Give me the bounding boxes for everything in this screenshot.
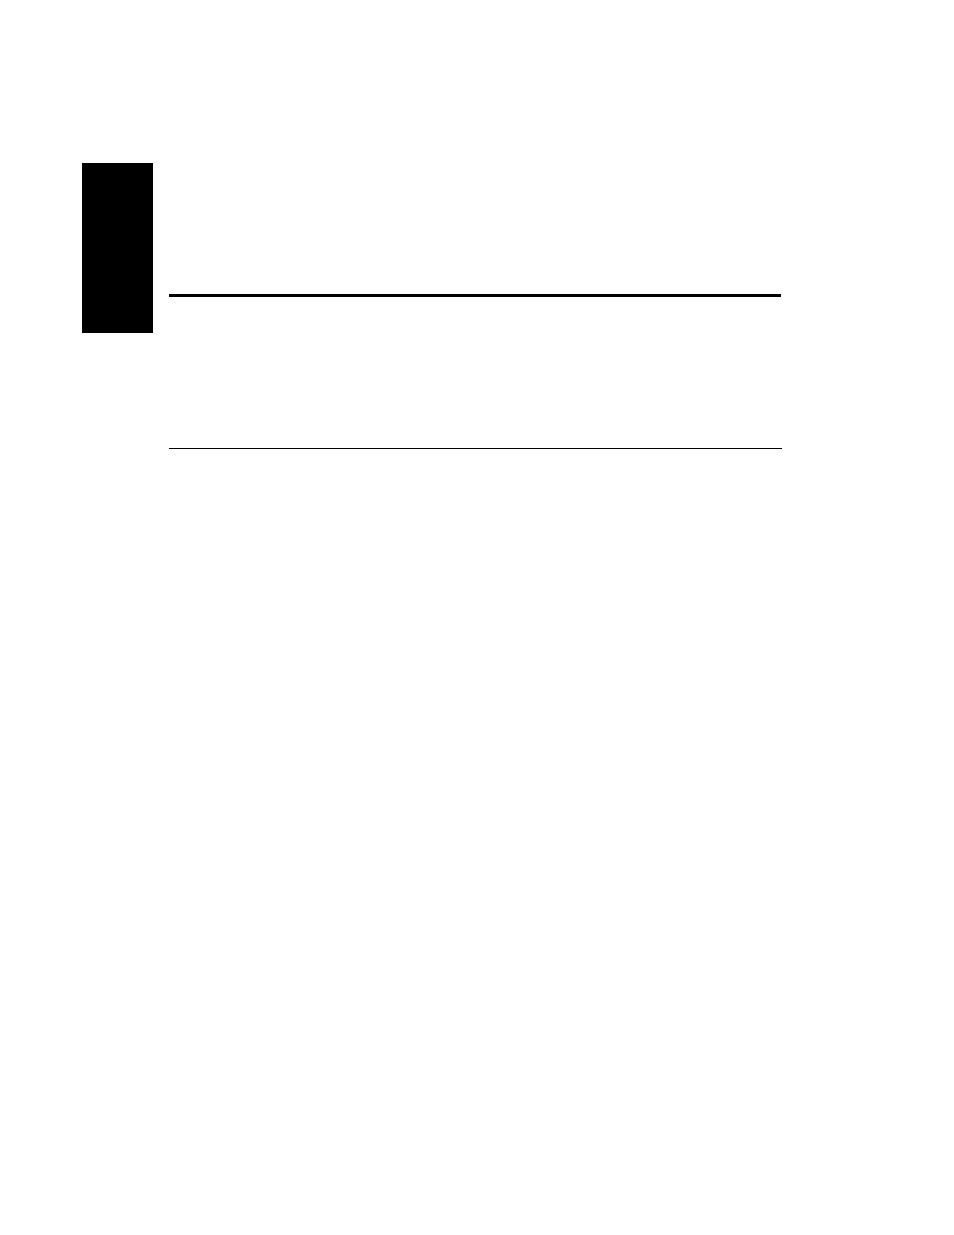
title-divider-thick [169, 294, 781, 297]
section-divider-thin [169, 448, 782, 449]
chapter-number-box [82, 163, 153, 333]
